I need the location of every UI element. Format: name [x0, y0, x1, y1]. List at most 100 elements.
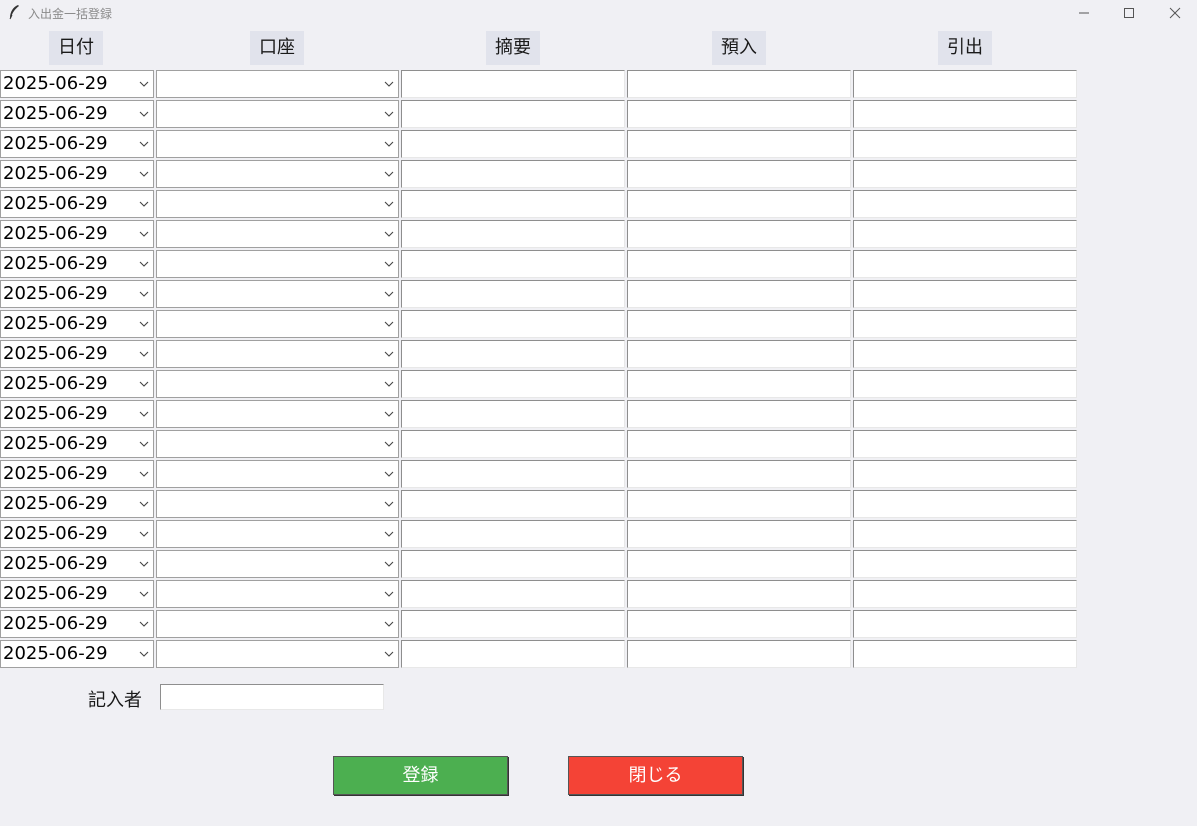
chevron-down-icon[interactable]: [139, 350, 149, 358]
memo-input[interactable]: [401, 640, 625, 668]
chevron-down-icon[interactable]: [139, 320, 149, 328]
withdrawal-input[interactable]: [853, 490, 1077, 518]
chevron-down-icon[interactable]: [384, 200, 394, 208]
close-window-button[interactable]: [1152, 0, 1197, 26]
chevron-down-icon[interactable]: [139, 560, 149, 568]
withdrawal-input[interactable]: [853, 340, 1077, 368]
chevron-down-icon[interactable]: [139, 290, 149, 298]
chevron-down-icon[interactable]: [384, 290, 394, 298]
memo-input[interactable]: [401, 220, 625, 248]
deposit-input[interactable]: [627, 190, 851, 218]
account-combobox[interactable]: [156, 490, 399, 518]
memo-input[interactable]: [401, 520, 625, 548]
withdrawal-input[interactable]: [853, 250, 1077, 278]
memo-input[interactable]: [401, 70, 625, 98]
chevron-down-icon[interactable]: [139, 590, 149, 598]
account-combobox[interactable]: [156, 100, 399, 128]
withdrawal-input[interactable]: [853, 610, 1077, 638]
deposit-input[interactable]: [627, 160, 851, 188]
close-button[interactable]: 閉じる: [568, 756, 743, 795]
chevron-down-icon[interactable]: [384, 530, 394, 538]
account-combobox[interactable]: [156, 460, 399, 488]
withdrawal-input[interactable]: [853, 130, 1077, 158]
chevron-down-icon[interactable]: [384, 500, 394, 508]
date-combobox[interactable]: 2025-06-29: [0, 520, 154, 548]
withdrawal-input[interactable]: [853, 220, 1077, 248]
chevron-down-icon[interactable]: [139, 200, 149, 208]
account-combobox[interactable]: [156, 400, 399, 428]
account-combobox[interactable]: [156, 640, 399, 668]
account-combobox[interactable]: [156, 220, 399, 248]
account-combobox[interactable]: [156, 340, 399, 368]
memo-input[interactable]: [401, 400, 625, 428]
chevron-down-icon[interactable]: [384, 260, 394, 268]
memo-input[interactable]: [401, 580, 625, 608]
chevron-down-icon[interactable]: [139, 530, 149, 538]
date-combobox[interactable]: 2025-06-29: [0, 580, 154, 608]
deposit-input[interactable]: [627, 370, 851, 398]
chevron-down-icon[interactable]: [384, 470, 394, 478]
chevron-down-icon[interactable]: [384, 650, 394, 658]
deposit-input[interactable]: [627, 400, 851, 428]
deposit-input[interactable]: [627, 100, 851, 128]
date-combobox[interactable]: 2025-06-29: [0, 550, 154, 578]
memo-input[interactable]: [401, 310, 625, 338]
withdrawal-input[interactable]: [853, 310, 1077, 338]
chevron-down-icon[interactable]: [384, 590, 394, 598]
deposit-input[interactable]: [627, 220, 851, 248]
date-combobox[interactable]: 2025-06-29: [0, 430, 154, 458]
account-combobox[interactable]: [156, 520, 399, 548]
memo-input[interactable]: [401, 190, 625, 218]
memo-input[interactable]: [401, 430, 625, 458]
date-combobox[interactable]: 2025-06-29: [0, 100, 154, 128]
account-combobox[interactable]: [156, 310, 399, 338]
memo-input[interactable]: [401, 490, 625, 518]
chevron-down-icon[interactable]: [384, 410, 394, 418]
chevron-down-icon[interactable]: [139, 260, 149, 268]
deposit-input[interactable]: [627, 460, 851, 488]
maximize-button[interactable]: [1106, 0, 1152, 26]
date-combobox[interactable]: 2025-06-29: [0, 70, 154, 98]
date-combobox[interactable]: 2025-06-29: [0, 400, 154, 428]
deposit-input[interactable]: [627, 250, 851, 278]
date-combobox[interactable]: 2025-06-29: [0, 340, 154, 368]
date-combobox[interactable]: 2025-06-29: [0, 130, 154, 158]
chevron-down-icon[interactable]: [139, 230, 149, 238]
chevron-down-icon[interactable]: [139, 170, 149, 178]
withdrawal-input[interactable]: [853, 430, 1077, 458]
deposit-input[interactable]: [627, 130, 851, 158]
chevron-down-icon[interactable]: [384, 380, 394, 388]
withdrawal-input[interactable]: [853, 640, 1077, 668]
chevron-down-icon[interactable]: [139, 140, 149, 148]
deposit-input[interactable]: [627, 340, 851, 368]
deposit-input[interactable]: [627, 430, 851, 458]
memo-input[interactable]: [401, 460, 625, 488]
date-combobox[interactable]: 2025-06-29: [0, 220, 154, 248]
date-combobox[interactable]: 2025-06-29: [0, 640, 154, 668]
chevron-down-icon[interactable]: [384, 350, 394, 358]
chevron-down-icon[interactable]: [384, 230, 394, 238]
chevron-down-icon[interactable]: [384, 110, 394, 118]
chevron-down-icon[interactable]: [384, 620, 394, 628]
chevron-down-icon[interactable]: [139, 470, 149, 478]
memo-input[interactable]: [401, 280, 625, 308]
account-combobox[interactable]: [156, 280, 399, 308]
withdrawal-input[interactable]: [853, 580, 1077, 608]
withdrawal-input[interactable]: [853, 520, 1077, 548]
withdrawal-input[interactable]: [853, 190, 1077, 218]
account-combobox[interactable]: [156, 580, 399, 608]
deposit-input[interactable]: [627, 280, 851, 308]
chevron-down-icon[interactable]: [384, 320, 394, 328]
chevron-down-icon[interactable]: [139, 500, 149, 508]
withdrawal-input[interactable]: [853, 160, 1077, 188]
chevron-down-icon[interactable]: [384, 560, 394, 568]
deposit-input[interactable]: [627, 580, 851, 608]
date-combobox[interactable]: 2025-06-29: [0, 190, 154, 218]
memo-input[interactable]: [401, 550, 625, 578]
account-combobox[interactable]: [156, 550, 399, 578]
account-combobox[interactable]: [156, 430, 399, 458]
memo-input[interactable]: [401, 250, 625, 278]
chevron-down-icon[interactable]: [139, 440, 149, 448]
withdrawal-input[interactable]: [853, 460, 1077, 488]
account-combobox[interactable]: [156, 190, 399, 218]
